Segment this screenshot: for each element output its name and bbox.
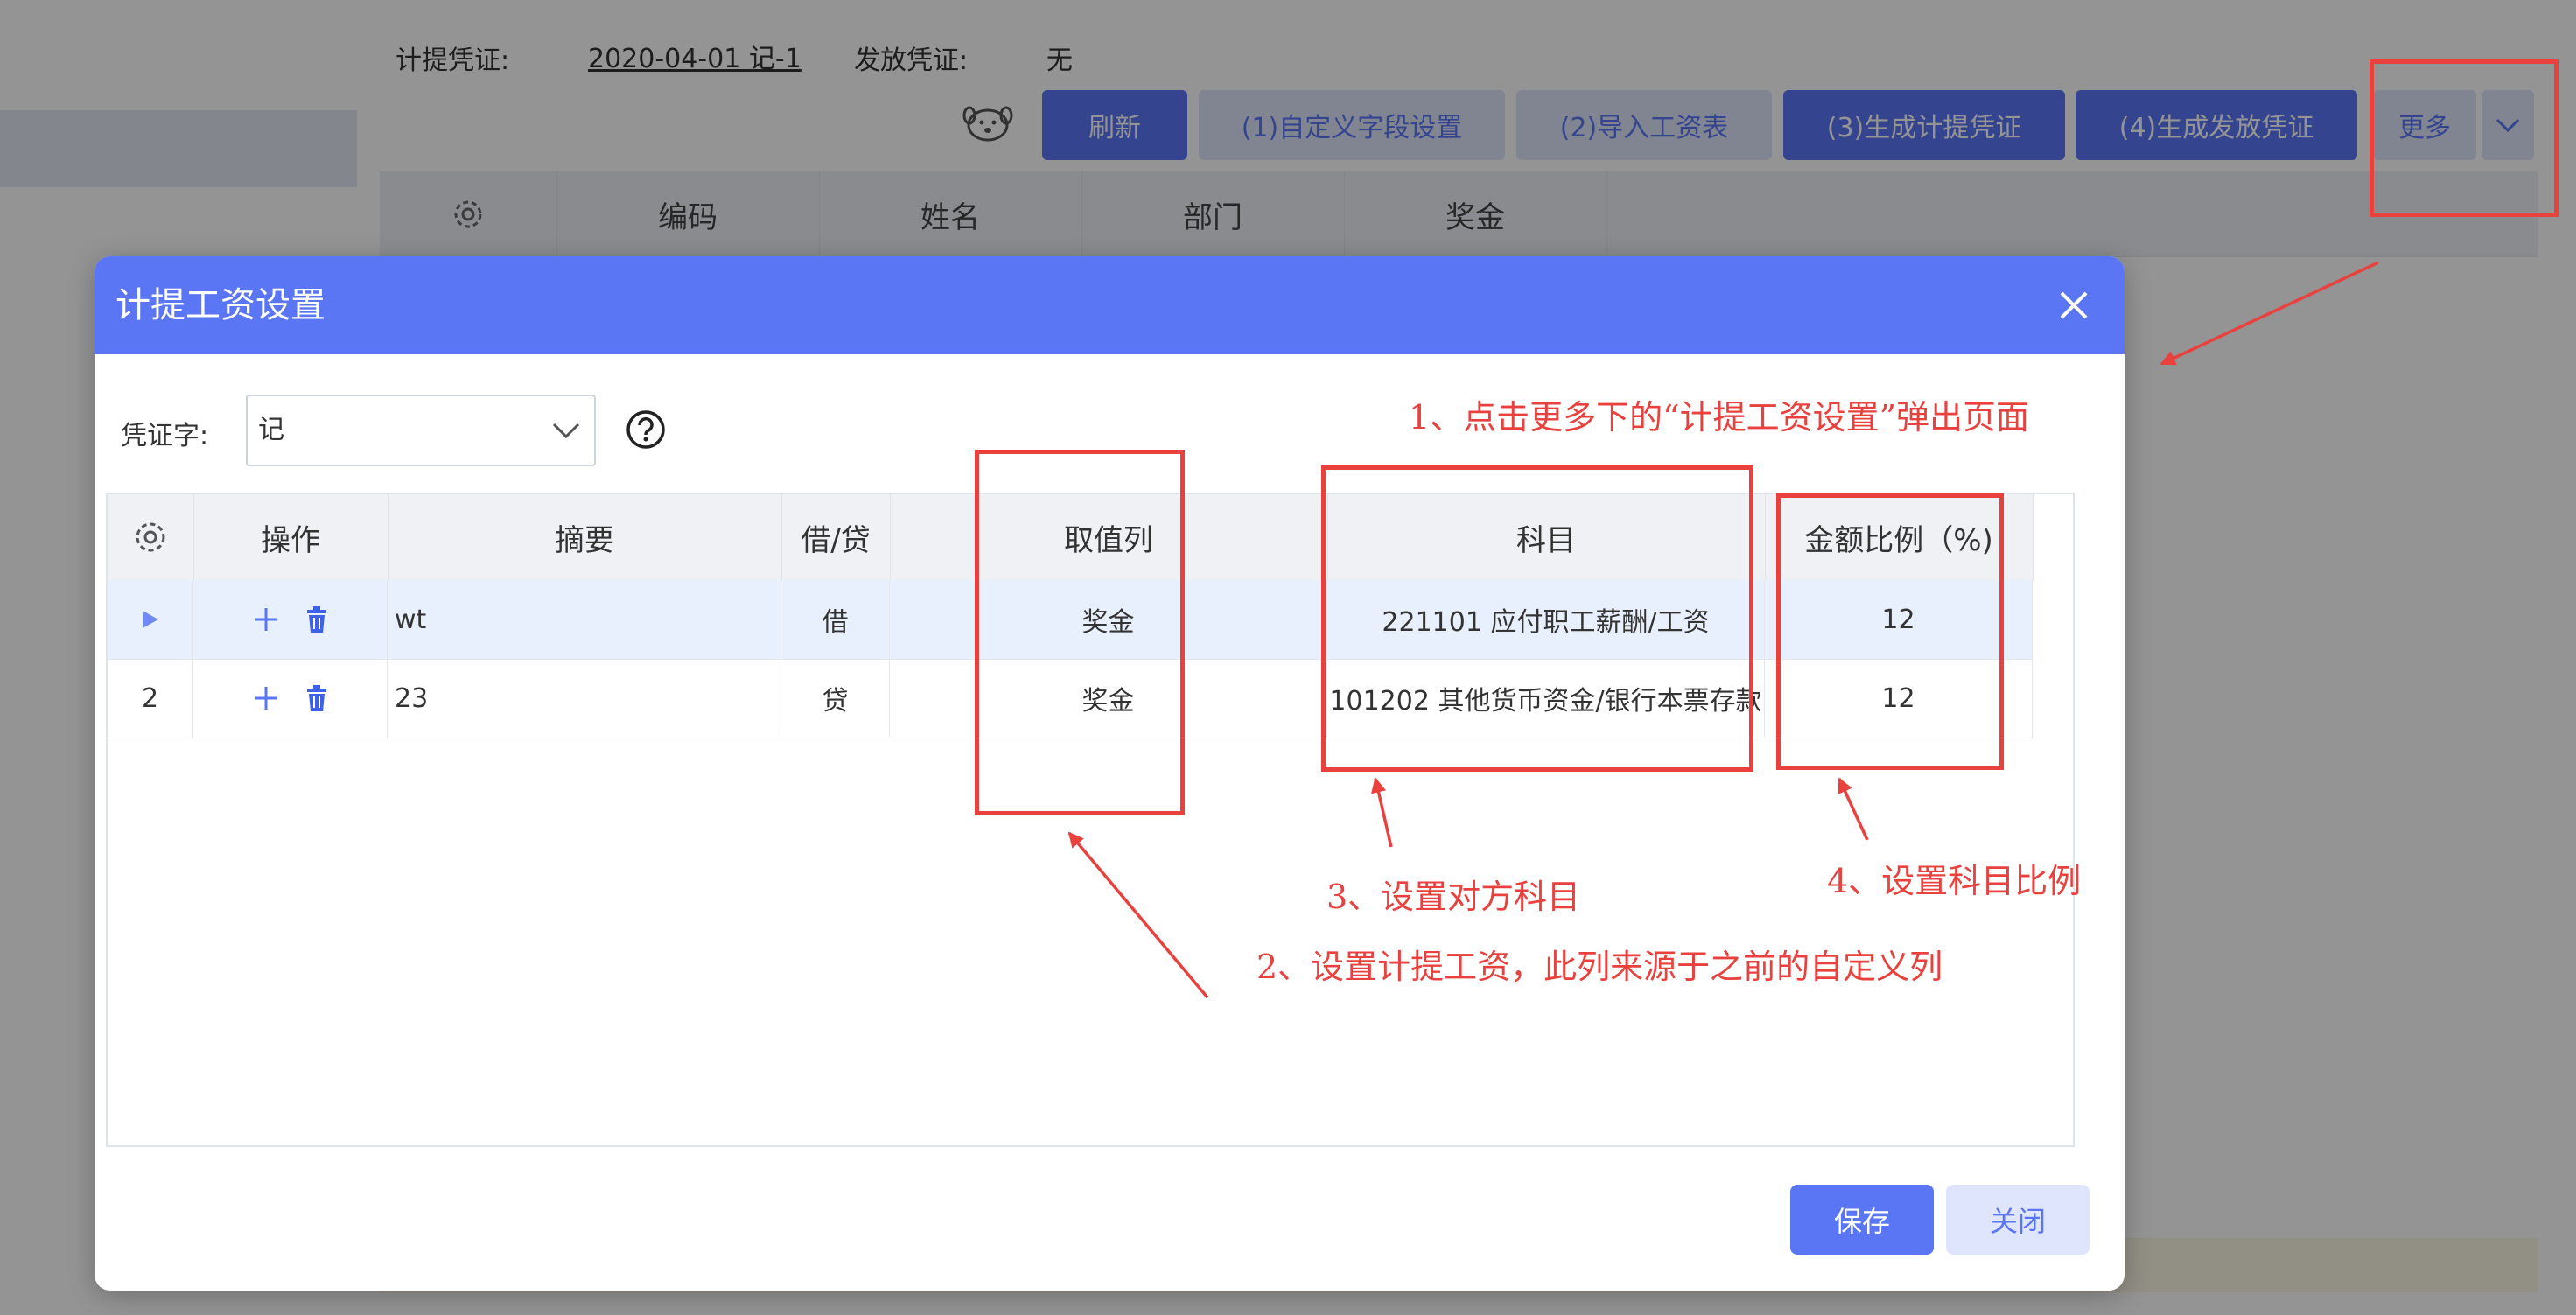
annotation-note-1: 1、点击更多下的“计提工资设置”弹出页面: [1409, 398, 2030, 437]
annotation-note-2: 2、设置计提工资，此列来源于之前的自定义列: [1256, 948, 1943, 986]
annotation-note-3: 3、设置对方科目: [1326, 878, 1581, 916]
annotation-note-4: 4、设置科目比例: [1827, 862, 2082, 900]
arrow-2: [1068, 831, 1209, 999]
annotation-arrows: [1068, 261, 2379, 999]
arrow-3: [1371, 777, 1393, 848]
arrow-4: [1838, 777, 1869, 841]
arrow-1: [2160, 261, 2379, 366]
